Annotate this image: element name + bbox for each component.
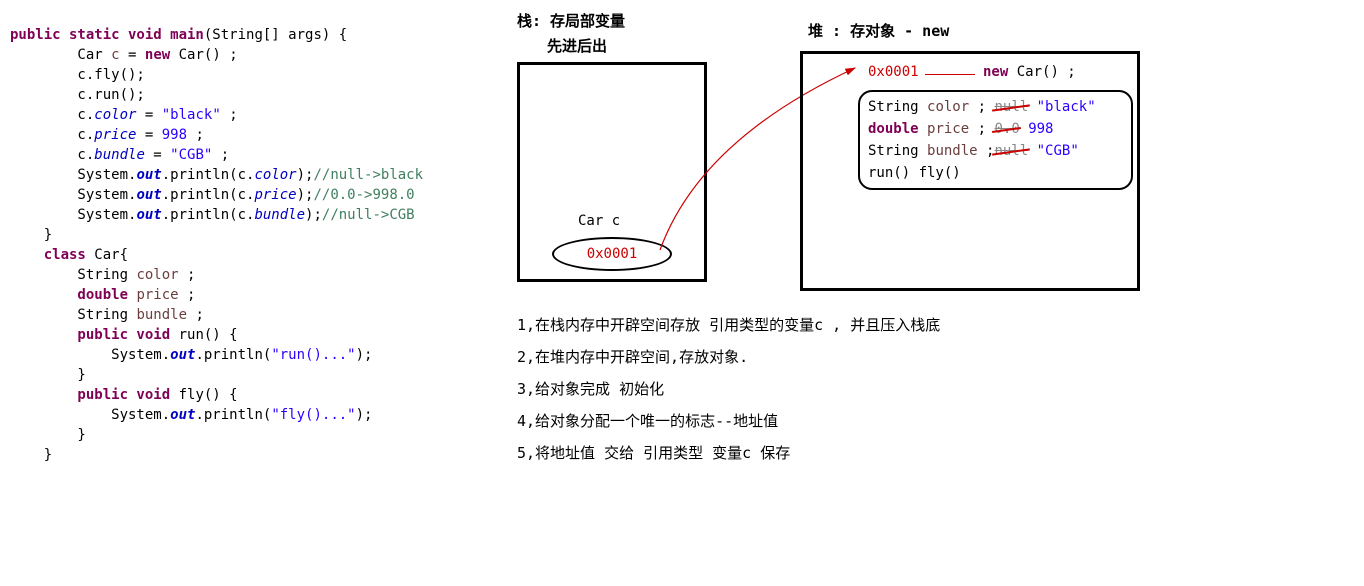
stack-title: 栈: 存局部变量	[517, 10, 707, 31]
heap-diagram: 堆 : 存对象 - new 0x0001 new Car() ; String …	[800, 20, 1140, 291]
stack-subtitle: 先进后出	[547, 35, 707, 56]
step-1: 1,在栈内存中开辟空间存放 引用类型的变量c , 并且压入栈底	[517, 310, 940, 340]
step-4: 4,给对象分配一个唯一的标志--地址值	[517, 406, 940, 436]
heap-addr-line	[925, 74, 975, 75]
step-2: 2,在堆内存中开辟空间,存放对象.	[517, 342, 940, 372]
heap-new-expr: new Car() ;	[983, 64, 1076, 80]
java-code-block: public static void main(String[] args) {…	[10, 5, 423, 465]
stack-box: Car c 0x0001	[517, 62, 707, 282]
step-3: 3,给对象完成 初始化	[517, 374, 940, 404]
heap-field-price: double price ; 0.0 998	[868, 118, 1123, 140]
heap-field-bundle: String bundle ;null "CGB"	[868, 140, 1123, 162]
heap-object-box: String color ; null "black" double price…	[858, 90, 1133, 190]
steps-list: 1,在栈内存中开辟空间存放 引用类型的变量c , 并且压入栈底 2,在堆内存中开…	[517, 310, 940, 470]
stack-var-label: Car c	[578, 213, 620, 229]
heap-box: 0x0001 new Car() ; String color ; null "…	[800, 51, 1140, 291]
heap-address: 0x0001	[868, 64, 919, 80]
heap-title: 堆 : 存对象 - new	[808, 20, 1140, 41]
heap-methods: run() fly()	[868, 162, 1123, 184]
step-5: 5,将地址值 交给 引用类型 变量c 保存	[517, 438, 940, 468]
stack-address-oval: 0x0001	[552, 237, 672, 271]
heap-field-color: String color ; null "black"	[868, 96, 1123, 118]
stack-address-value: 0x0001	[587, 246, 638, 262]
stack-diagram: 栈: 存局部变量 先进后出 Car c 0x0001	[517, 10, 707, 282]
